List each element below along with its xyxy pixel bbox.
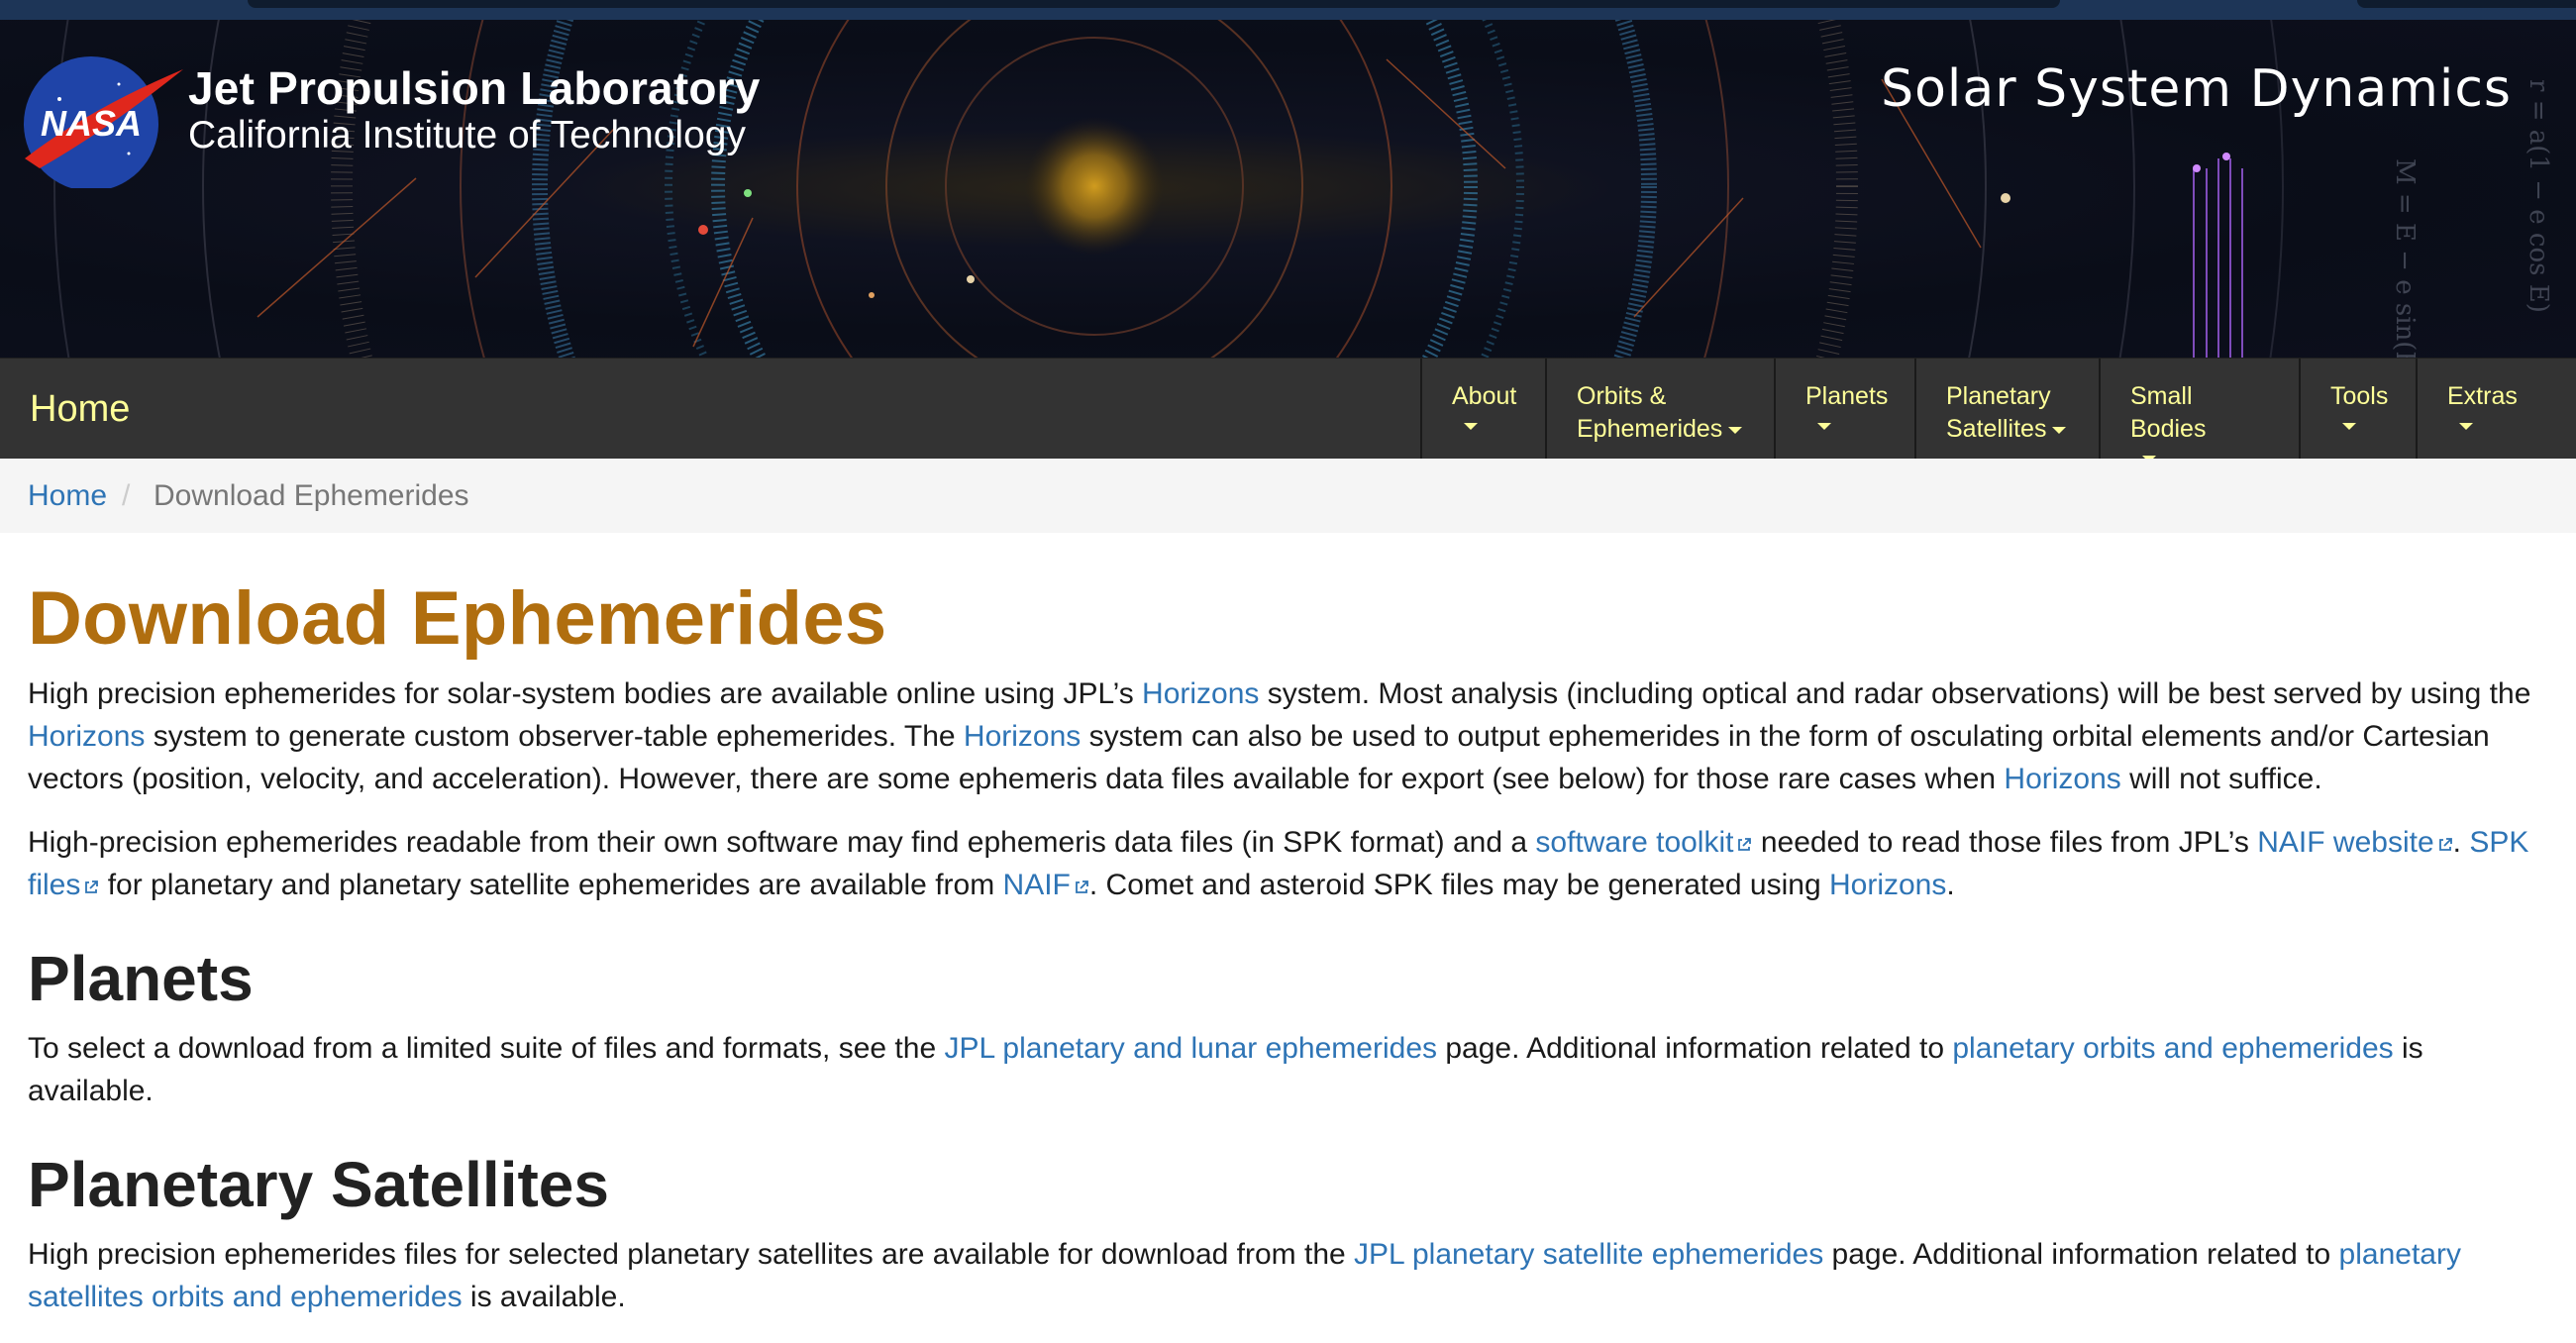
body-text: . Comet and asteroid SPK files may be ge… <box>1088 869 1829 901</box>
horizons-link[interactable]: Horizons <box>1829 869 1946 901</box>
link-label: NAIF website <box>2257 826 2434 859</box>
software-toolkit-link[interactable]: software toolkit <box>1535 826 1752 859</box>
external-link-icon <box>1075 880 1088 893</box>
svg-text:r = a(1 − e cos E): r = a(1 − e cos E) <box>2524 79 2553 313</box>
nav-item-planets[interactable]: Planets <box>1774 359 1914 459</box>
header-banner: M = E − e sin(E) r = a(1 − e cos E) NASA… <box>0 20 2576 358</box>
nav-item-planetary-satellites[interactable]: Planetary Satellites <box>1914 359 2099 459</box>
org-subtitle[interactable]: California Institute of Technology <box>188 114 746 157</box>
nav-item-label: Planetary <box>1946 382 2051 410</box>
body-text: needed to read those files from JPL’s <box>1752 826 2258 859</box>
body-text: system. Most analysis (including optical… <box>1259 677 2531 710</box>
planetary-lunar-ephemerides-link[interactable]: JPL planetary and lunar ephemerides <box>944 1032 1437 1065</box>
nav-item-small-bodies[interactable]: Small Bodies <box>2099 359 2299 463</box>
external-link-icon <box>1738 838 1752 851</box>
nav-item-label: About <box>1452 382 1517 410</box>
body-text: High precision ephemerides files for sel… <box>28 1238 1355 1271</box>
nav-item-tools[interactable]: Tools <box>2299 359 2416 459</box>
body-text: will not suffice. <box>2120 763 2322 795</box>
nav-item-label: Small Bodies <box>2130 382 2207 443</box>
body-text: is available. <box>462 1281 626 1313</box>
caret-down-icon <box>1464 423 1478 430</box>
body-text: page. Additional information related to <box>1823 1238 2339 1271</box>
nav-home-link[interactable]: Home <box>30 388 130 431</box>
top-strip-shape <box>248 0 2060 8</box>
section-heading-planetary-satellites: Planetary Satellites <box>28 1149 609 1220</box>
nav-item-label: Planets <box>1805 382 1889 410</box>
site-title[interactable]: Solar System Dynamics <box>1881 59 2512 119</box>
planetary-orbits-link[interactable]: planetary orbits and ephemerides <box>1952 1032 2393 1065</box>
external-link-icon <box>85 880 99 893</box>
nav-item-label: Ephemerides <box>1577 415 1723 443</box>
breadcrumb-separator: / <box>122 479 131 512</box>
nav-item-label: Tools <box>2330 382 2389 410</box>
horizons-link[interactable]: Horizons <box>2004 763 2120 795</box>
svg-text:NASA: NASA <box>41 103 142 144</box>
spk-paragraph: High-precision ephemerides readable from… <box>28 821 2533 906</box>
body-text: . <box>2452 826 2470 859</box>
satellites-paragraph: High precision ephemerides files for sel… <box>28 1233 2533 1318</box>
caret-down-icon <box>2342 423 2356 430</box>
satellite-ephemerides-link[interactable]: JPL planetary satellite ephemerides <box>1354 1238 1823 1271</box>
link-label: NAIF <box>1002 869 1071 901</box>
horizons-link[interactable]: Horizons <box>28 720 145 753</box>
body-text: High-precision ephemerides readable from… <box>28 826 1536 859</box>
nav-menu: About Orbits & Ephemerides Planets Plane… <box>1420 359 2573 463</box>
nasa-logo[interactable]: NASA <box>20 40 188 188</box>
nav-item-extras[interactable]: Extras <box>2416 359 2573 459</box>
body-text: To select a download from a limited suit… <box>28 1032 945 1065</box>
main-navbar: Home About Orbits & Ephemerides Planets … <box>0 358 2576 463</box>
intro-paragraph: High precision ephemerides for solar-sys… <box>28 672 2533 800</box>
horizons-link[interactable]: Horizons <box>1142 677 1259 710</box>
svg-text:M = E − e sin(E): M = E − e sin(E) <box>2390 158 2420 358</box>
nav-item-about[interactable]: About <box>1420 359 1545 459</box>
main-content: Download Ephemerides High precision ephe… <box>28 569 2533 1318</box>
body-text: High precision ephemerides for solar-sys… <box>28 677 1143 710</box>
breadcrumb-home-link[interactable]: Home <box>28 459 107 533</box>
body-text: for planetary and planetary satellite ep… <box>99 869 1003 901</box>
breadcrumb: Home / Download Ephemerides <box>0 459 2576 533</box>
body-text: page. Additional information related to <box>1437 1032 1953 1065</box>
caret-down-icon <box>1728 426 1743 434</box>
naif-website-link[interactable]: NAIF website <box>2257 826 2452 859</box>
external-link-icon <box>2438 838 2452 851</box>
planets-paragraph: To select a download from a limited suit… <box>28 1027 2533 1112</box>
nav-item-label: Extras <box>2447 382 2518 410</box>
nav-item-label: Satellites <box>1946 415 2047 443</box>
nav-item-orbits-ephemerides[interactable]: Orbits & Ephemerides <box>1545 359 1774 459</box>
browser-top-strip <box>0 0 2576 20</box>
link-label: software toolkit <box>1535 826 1734 859</box>
body-text: . <box>1946 869 1955 901</box>
page-title: Download Ephemerides <box>28 576 887 661</box>
top-strip-shape <box>2357 0 2576 8</box>
caret-down-icon <box>1817 423 1831 430</box>
horizons-link[interactable]: Horizons <box>964 720 1081 753</box>
breadcrumb-current: Download Ephemerides <box>154 479 469 512</box>
nav-item-label: Orbits & <box>1577 382 1667 410</box>
caret-down-icon <box>2459 423 2473 430</box>
section-heading-planets: Planets <box>28 943 254 1014</box>
naif-link[interactable]: NAIF <box>1003 869 1089 901</box>
body-text: system to generate custom observer-table… <box>145 720 964 753</box>
caret-down-icon <box>2052 426 2067 434</box>
org-title[interactable]: Jet Propulsion Laboratory <box>188 61 761 115</box>
